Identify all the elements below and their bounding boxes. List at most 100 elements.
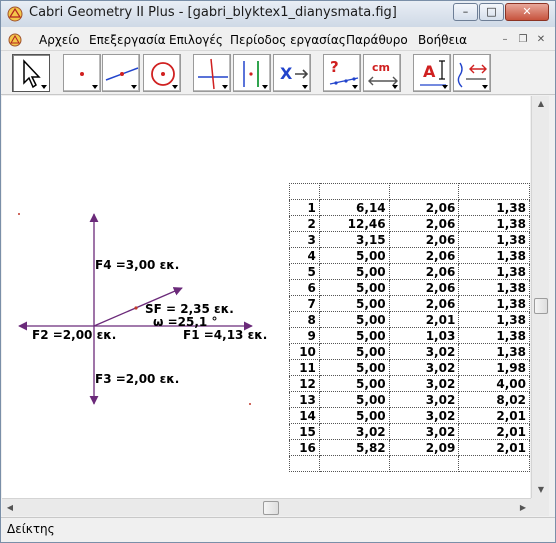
pointer-tool[interactable]: [12, 54, 50, 92]
table-cell[interactable]: [318, 455, 390, 472]
table-cell[interactable]: 10: [289, 343, 320, 360]
table-cell[interactable]: 3,15: [318, 231, 390, 248]
table-cell[interactable]: 6,14: [318, 199, 390, 216]
table-cell[interactable]: 1,38: [458, 279, 530, 296]
data-table[interactable]: 1 6,14 2,06 1,38 2 12,46 2,06 1,38 3 3,15 2,06 1,38…: [289, 183, 530, 472]
table-cell[interactable]: 2,06: [388, 199, 460, 216]
table-cell[interactable]: 1,38: [458, 231, 530, 248]
menu-edit[interactable]: Επεξεργασία: [89, 33, 166, 47]
document-icon[interactable]: [7, 32, 23, 48]
table-cell[interactable]: 2,01: [458, 407, 530, 424]
table-cell[interactable]: 2,06: [388, 231, 460, 248]
construct-parallel-tool[interactable]: [233, 54, 271, 92]
table-cell[interactable]: 3,02: [388, 423, 460, 440]
circle-tool[interactable]: [143, 54, 181, 92]
table-cell[interactable]: 4,00: [458, 375, 530, 392]
table-cell[interactable]: 3,02: [388, 375, 460, 392]
transform-tool[interactable]: X: [273, 54, 311, 92]
table-cell[interactable]: 5,00: [318, 407, 390, 424]
table-cell[interactable]: 16: [289, 439, 320, 456]
table-cell[interactable]: 9: [289, 327, 320, 344]
table-cell[interactable]: 2,01: [458, 423, 530, 440]
table-cell[interactable]: 5,00: [318, 343, 390, 360]
table-cell[interactable]: 2,09: [388, 439, 460, 456]
measure-tool[interactable]: cm: [363, 54, 401, 92]
menu-help[interactable]: Βοήθεια: [418, 33, 467, 47]
table-cell[interactable]: [458, 183, 530, 200]
table-cell[interactable]: 2,06: [388, 247, 460, 264]
table-cell[interactable]: 2,01: [458, 439, 530, 456]
table-cell[interactable]: 1,38: [458, 311, 530, 328]
table-cell[interactable]: 3,02: [388, 359, 460, 376]
table-cell[interactable]: 5,00: [318, 247, 390, 264]
table-cell[interactable]: 2,06: [388, 215, 460, 232]
table-cell[interactable]: 1,38: [458, 327, 530, 344]
table-cell[interactable]: 5: [289, 263, 320, 280]
menu-options[interactable]: Επιλογές: [169, 33, 223, 47]
point-tool[interactable]: [63, 54, 101, 92]
table-cell[interactable]: 2: [289, 215, 320, 232]
table-cell[interactable]: 1,38: [458, 263, 530, 280]
table-cell[interactable]: 3,02: [318, 423, 390, 440]
table-cell[interactable]: 15: [289, 423, 320, 440]
table-cell[interactable]: 1,98: [458, 359, 530, 376]
minimize-button[interactable]: –: [453, 3, 478, 21]
table-cell[interactable]: [318, 183, 390, 200]
point-left[interactable]: [18, 213, 20, 215]
scroll-up-icon[interactable]: ▲: [533, 96, 549, 112]
table-cell[interactable]: 14: [289, 407, 320, 424]
table-cell[interactable]: 3,02: [388, 391, 460, 408]
table-cell[interactable]: 5,00: [318, 327, 390, 344]
midpoint-sf[interactable]: [134, 306, 138, 310]
table-cell[interactable]: [289, 455, 320, 472]
table-cell[interactable]: 1: [289, 199, 320, 216]
table-cell[interactable]: 1,03: [388, 327, 460, 344]
table-cell[interactable]: 1,38: [458, 295, 530, 312]
table-cell[interactable]: 7: [289, 295, 320, 312]
table-cell[interactable]: 2,06: [388, 279, 460, 296]
display-tool[interactable]: A: [413, 54, 451, 92]
horizontal-scroll-thumb[interactable]: [263, 501, 279, 515]
scroll-right-icon[interactable]: ▶: [515, 500, 531, 516]
mdi-close-button[interactable]: ✕: [533, 33, 549, 47]
drawing-canvas[interactable]: F4 =3,00 εκ. SF = 2,35 εκ. ω =25,1 ° F2 …: [2, 96, 530, 498]
table-cell[interactable]: 3,02: [388, 343, 460, 360]
table-cell[interactable]: 8,02: [458, 391, 530, 408]
close-button[interactable]: ✕: [505, 3, 549, 21]
menu-session[interactable]: Περίοδος εργασίας: [230, 33, 346, 47]
table-cell[interactable]: 2,06: [388, 263, 460, 280]
table-cell[interactable]: 12: [289, 375, 320, 392]
vertical-scroll-thumb[interactable]: [534, 298, 548, 314]
table-cell[interactable]: 1,38: [458, 247, 530, 264]
table-cell[interactable]: [388, 455, 460, 472]
table-cell[interactable]: 2,01: [388, 311, 460, 328]
table-cell[interactable]: 5,00: [318, 359, 390, 376]
table-cell[interactable]: 8: [289, 311, 320, 328]
table-cell[interactable]: 5,00: [318, 279, 390, 296]
table-cell[interactable]: 11: [289, 359, 320, 376]
table-cell[interactable]: 3: [289, 231, 320, 248]
table-cell[interactable]: 13: [289, 391, 320, 408]
table-cell[interactable]: 1,38: [458, 215, 530, 232]
scroll-left-icon[interactable]: ◀: [2, 500, 18, 516]
table-cell[interactable]: 1,38: [458, 343, 530, 360]
table-cell[interactable]: 5,00: [318, 263, 390, 280]
menu-window[interactable]: Παράθυρο: [346, 33, 408, 47]
line-tool[interactable]: [102, 54, 140, 92]
table-cell[interactable]: 5,00: [318, 375, 390, 392]
table-cell[interactable]: 12,46: [318, 215, 390, 232]
scroll-down-icon[interactable]: ▼: [533, 482, 549, 498]
table-cell[interactable]: 4: [289, 247, 320, 264]
table-cell[interactable]: [289, 183, 320, 200]
table-cell[interactable]: 6: [289, 279, 320, 296]
table-cell[interactable]: 3,02: [388, 407, 460, 424]
horizontal-scrollbar[interactable]: ◀ ▶: [2, 498, 531, 516]
construct-perpendicular-tool[interactable]: [193, 54, 231, 92]
point-right[interactable]: [249, 403, 251, 405]
table-cell[interactable]: 2,06: [388, 295, 460, 312]
table-cell[interactable]: 5,00: [318, 391, 390, 408]
table-cell[interactable]: 5,82: [318, 439, 390, 456]
table-cell[interactable]: 1,38: [458, 199, 530, 216]
table-cell[interactable]: [458, 455, 530, 472]
check-property-tool[interactable]: ?: [323, 54, 361, 92]
